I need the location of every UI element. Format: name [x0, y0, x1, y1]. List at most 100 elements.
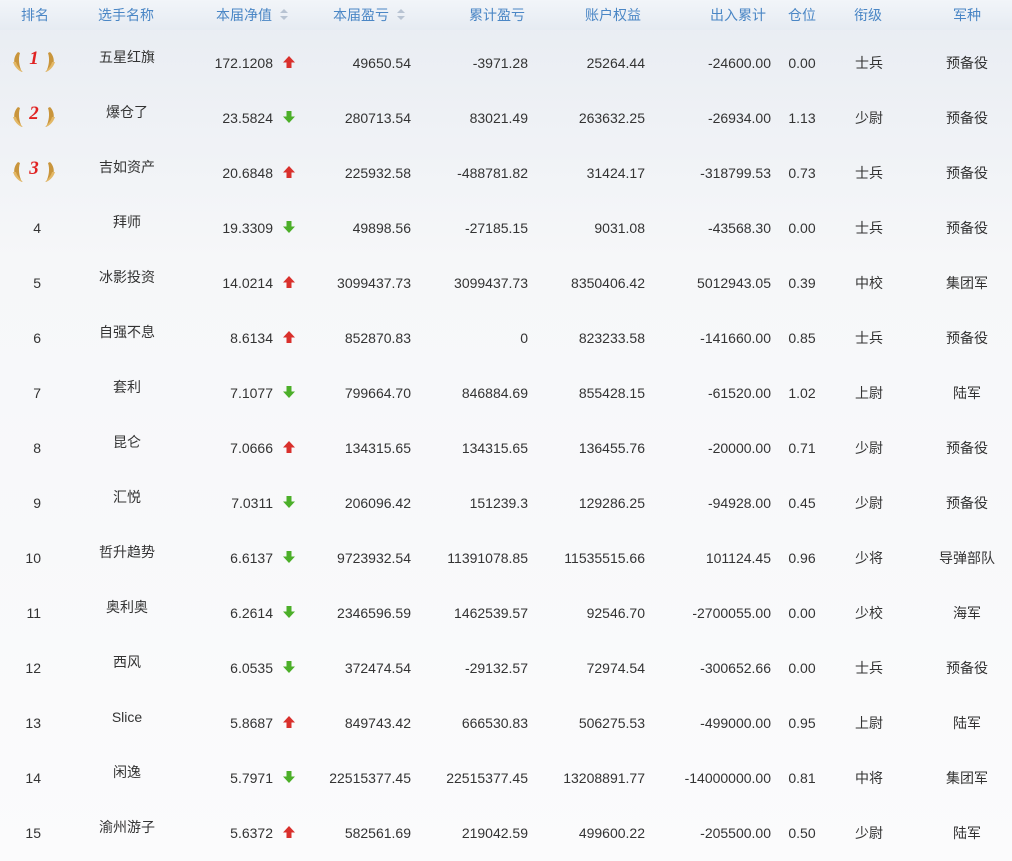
branch-cell: 集团军 — [946, 275, 988, 291]
table-row[interactable]: 2 爆仓了 23.5824 280713.54 83021.49 263632.25 -26… — [0, 91, 1012, 146]
equity-cell: 25264.44 — [586, 55, 645, 71]
pnl-cell: 849743.42 — [344, 715, 411, 731]
table-row[interactable]: 11 奥利奥 6.2614 2346596.59 1462539.57 92546.70-… — [0, 586, 1012, 641]
position-cell: 1.13 — [788, 110, 816, 126]
player-name[interactable]: 吉如资产 — [0, 158, 254, 176]
arrow-down-icon — [283, 111, 295, 123]
pnl-cell: 9723932.54 — [337, 550, 411, 566]
branch-cell: 集团军 — [946, 770, 988, 786]
cum-cell: 846884.69 — [461, 385, 528, 401]
arrow-up-icon — [283, 441, 295, 453]
branch-cell: 陆军 — [953, 825, 981, 841]
header-cum: 累计盈亏 — [469, 7, 525, 23]
player-name[interactable]: 哲升趋势 — [0, 543, 254, 561]
arrow-down-icon — [283, 221, 295, 233]
table-row[interactable]: 4 拜师 19.3309 49898.56 -27185.15 9031.08 -43568… — [0, 201, 1012, 256]
branch-cell: 预备役 — [946, 110, 988, 126]
cum-cell: -29132.57 — [464, 660, 528, 676]
position-cell: 0.00 — [788, 605, 816, 621]
header-flow: 出入累计 — [710, 7, 766, 23]
grade-cell: 中校 — [855, 275, 883, 291]
cum-cell: 83021.49 — [469, 110, 528, 126]
cum-cell: 11391078.85 — [447, 550, 528, 566]
equity-cell: 855428.15 — [578, 385, 645, 401]
branch-cell: 预备役 — [946, 330, 988, 346]
player-name[interactable]: 闲逸 — [0, 763, 254, 781]
table-row[interactable]: 3 吉如资产 20.6848 225932.58 -488781.82 31424.17-… — [0, 146, 1012, 201]
position-cell: 0.71 — [788, 440, 816, 456]
nav-cell: 23.5824 — [222, 110, 273, 126]
pnl-cell: 225932.58 — [344, 165, 411, 181]
grade-cell: 上尉 — [855, 385, 883, 401]
grade-cell: 士兵 — [855, 55, 883, 71]
flow-cell: -61520.00 — [707, 385, 771, 401]
player-name[interactable]: 自强不息 — [0, 323, 254, 341]
player-name[interactable]: 冰影投资 — [0, 268, 254, 286]
position-cell: 0.00 — [788, 660, 816, 676]
flow-cell: -14000000.00 — [684, 770, 771, 786]
cum-cell: 22515377.45 — [446, 770, 528, 786]
branch-cell: 预备役 — [946, 660, 988, 676]
player-name[interactable]: 套利 — [0, 378, 254, 396]
nav-cell: 14.0214 — [222, 275, 273, 291]
cum-cell: 134315.65 — [461, 440, 528, 456]
player-name[interactable]: 汇悦 — [0, 488, 254, 506]
branch-cell: 预备役 — [946, 165, 988, 181]
pnl-cell: 372474.54 — [344, 660, 411, 676]
table-row[interactable]: 13 Slice 5.8687 849743.42 666530.83 506275.53… — [0, 696, 1012, 751]
equity-cell: 13208891.77 — [563, 770, 645, 786]
header-position: 仓位 — [788, 7, 816, 23]
table-row[interactable]: 10 哲升趋势 6.6137 9723932.54 11391078.85 1153551… — [0, 531, 1012, 586]
table-row[interactable]: 15 渝州游子 5.6372 582561.69 219042.59 499600.22-… — [0, 806, 1012, 861]
player-name[interactable]: 爆仓了 — [0, 103, 254, 121]
position-cell: 0.45 — [788, 495, 816, 511]
table-row[interactable]: 8 昆仑 7.0666 134315.65 134315.65 136455.76 -200… — [0, 421, 1012, 476]
table-row[interactable]: 6 自强不息 8.6134 852870.83 0 823233.58 -141660.00… — [0, 311, 1012, 366]
branch-cell: 导弹部队 — [939, 550, 995, 566]
table-row[interactable]: 9 汇悦 7.0311 206096.42 151239.3 129286.25 -9492… — [0, 476, 1012, 531]
flow-cell: 5012943.05 — [697, 275, 771, 291]
grade-cell: 少尉 — [855, 495, 883, 511]
table-row[interactable]: 1 五星红旗 172.1208 49650.54 -3971.28 25264.44 -24… — [0, 36, 1012, 91]
equity-cell: 31424.17 — [586, 165, 645, 181]
branch-cell: 预备役 — [946, 495, 988, 511]
table-row[interactable]: 7 套利 7.1077 799664.70 846884.69 855428.15 -615… — [0, 366, 1012, 421]
grade-cell: 少尉 — [855, 440, 883, 456]
equity-cell: 11535515.66 — [564, 550, 645, 566]
header-name: 选手名称 — [98, 7, 154, 23]
player-name[interactable]: 西风 — [0, 653, 254, 671]
header-pnl-sortable[interactable]: 本届盈亏 — [333, 6, 405, 24]
grade-cell: 少将 — [855, 550, 883, 566]
nav-cell: 7.0311 — [231, 495, 273, 511]
branch-cell: 陆军 — [953, 385, 981, 401]
arrow-down-icon — [283, 661, 295, 673]
nav-cell: 6.6137 — [230, 550, 273, 566]
table-row[interactable]: 5 冰影投资 14.0214 3099437.73 3099437.73 8350406.… — [0, 256, 1012, 311]
player-name[interactable]: 拜师 — [0, 213, 254, 231]
nav-cell: 6.2614 — [230, 605, 273, 621]
player-name[interactable]: 昆仑 — [0, 433, 254, 451]
player-name[interactable]: 奥利奥 — [0, 598, 254, 616]
nav-cell: 6.0535 — [230, 660, 273, 676]
arrow-up-icon — [283, 716, 295, 728]
cum-cell: -3971.28 — [472, 55, 528, 71]
player-name[interactable]: 渝州游子 — [0, 818, 254, 836]
table-header: 排名 选手名称 本届净值 本届盈亏 累计盈亏 账户权益 出入累计 仓位 衔级 军… — [0, 0, 1012, 30]
header-nav-sortable[interactable]: 本届净值 — [216, 6, 288, 24]
branch-cell: 预备役 — [946, 55, 988, 71]
player-name[interactable]: Slice — [0, 708, 254, 726]
header-pnl-label: 本届盈亏 — [333, 7, 389, 23]
flow-cell: -300652.66 — [700, 660, 771, 676]
arrow-down-icon — [283, 386, 295, 398]
header-grade: 衔级 — [854, 7, 882, 23]
table-row[interactable]: 12 西风 6.0535 372474.54 -29132.57 72974.54 -300… — [0, 641, 1012, 696]
position-cell: 1.02 — [788, 385, 816, 401]
flow-cell: -24600.00 — [707, 55, 771, 71]
nav-cell: 5.8687 — [230, 715, 273, 731]
table-row[interactable]: 14 闲逸 5.7971 22515377.45 22515377.45 13208891… — [0, 751, 1012, 806]
pnl-cell: 3099437.73 — [337, 275, 411, 291]
sort-icon — [280, 9, 288, 21]
cum-cell: -27185.15 — [464, 220, 528, 236]
arrow-up-icon — [283, 826, 295, 838]
ranking-table: 排名 选手名称 本届净值 本届盈亏 累计盈亏 账户权益 出入累计 仓位 衔级 军… — [0, 0, 1012, 861]
